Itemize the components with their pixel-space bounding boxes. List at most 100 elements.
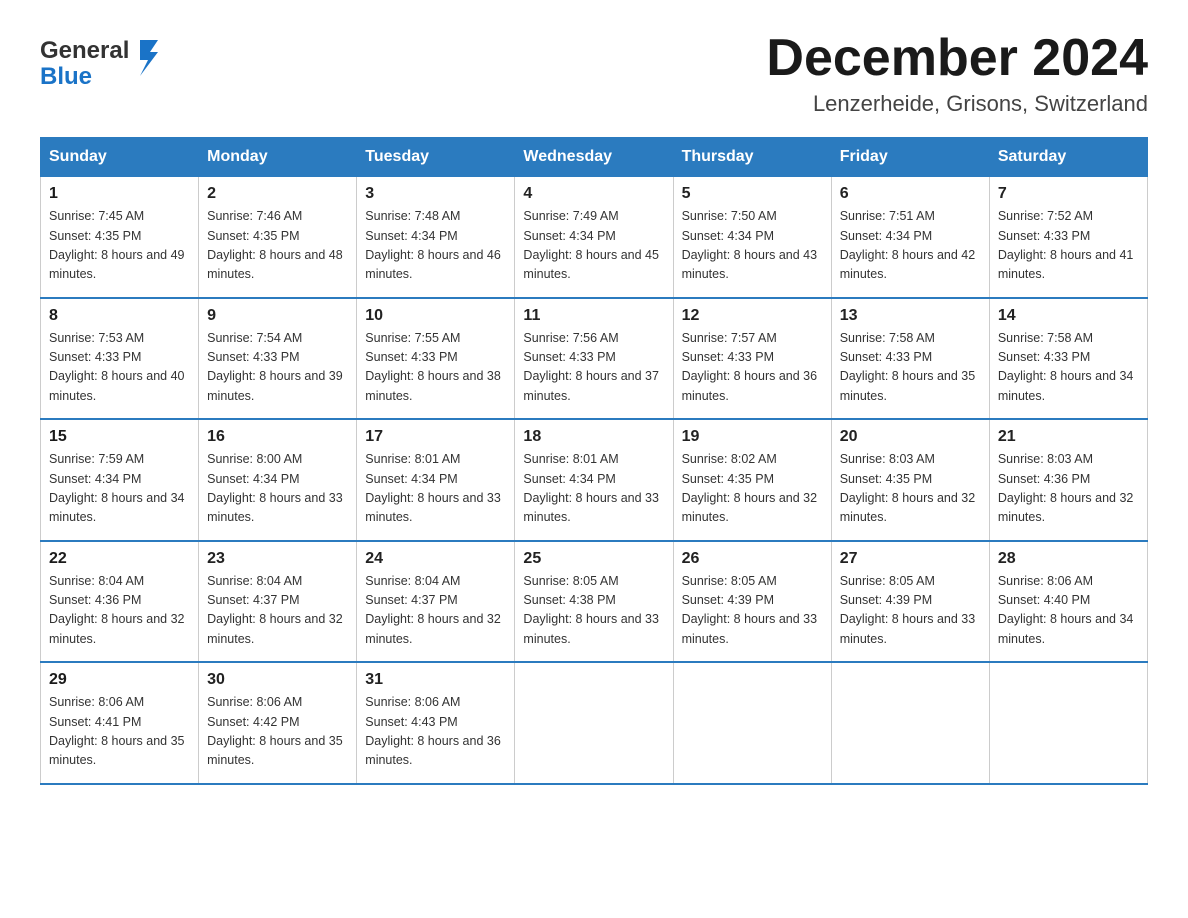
day-number: 22 [49, 550, 190, 568]
day-cell: 28 Sunrise: 8:06 AMSunset: 4:40 PMDaylig… [989, 541, 1147, 663]
day-cell: 23 Sunrise: 8:04 AMSunset: 4:37 PMDaylig… [199, 541, 357, 663]
day-number: 15 [49, 428, 190, 446]
day-cell: 19 Sunrise: 8:02 AMSunset: 4:35 PMDaylig… [673, 419, 831, 541]
day-cell: 16 Sunrise: 8:00 AMSunset: 4:34 PMDaylig… [199, 419, 357, 541]
day-cell: 30 Sunrise: 8:06 AMSunset: 4:42 PMDaylig… [199, 662, 357, 784]
day-cell: 9 Sunrise: 7:54 AMSunset: 4:33 PMDayligh… [199, 298, 357, 420]
day-cell [989, 662, 1147, 784]
calendar-header-row: SundayMondayTuesdayWednesdayThursdayFrid… [41, 138, 1148, 177]
day-number: 20 [840, 428, 981, 446]
day-cell [515, 662, 673, 784]
day-cell: 26 Sunrise: 8:05 AMSunset: 4:39 PMDaylig… [673, 541, 831, 663]
day-info: Sunrise: 8:06 AMSunset: 4:40 PMDaylight:… [998, 572, 1139, 650]
week-row-1: 1 Sunrise: 7:45 AMSunset: 4:35 PMDayligh… [41, 177, 1148, 298]
day-info: Sunrise: 7:49 AMSunset: 4:34 PMDaylight:… [523, 207, 664, 285]
day-number: 27 [840, 550, 981, 568]
day-cell: 14 Sunrise: 7:58 AMSunset: 4:33 PMDaylig… [989, 298, 1147, 420]
day-info: Sunrise: 7:58 AMSunset: 4:33 PMDaylight:… [840, 329, 981, 407]
day-info: Sunrise: 8:04 AMSunset: 4:37 PMDaylight:… [207, 572, 348, 650]
day-number: 3 [365, 185, 506, 203]
day-number: 4 [523, 185, 664, 203]
day-number: 28 [998, 550, 1139, 568]
week-row-3: 15 Sunrise: 7:59 AMSunset: 4:34 PMDaylig… [41, 419, 1148, 541]
day-cell: 15 Sunrise: 7:59 AMSunset: 4:34 PMDaylig… [41, 419, 199, 541]
header-thursday: Thursday [673, 138, 831, 177]
day-number: 9 [207, 307, 348, 325]
day-info: Sunrise: 7:59 AMSunset: 4:34 PMDaylight:… [49, 450, 190, 528]
day-number: 11 [523, 307, 664, 325]
day-info: Sunrise: 8:06 AMSunset: 4:43 PMDaylight:… [365, 693, 506, 771]
header-monday: Monday [199, 138, 357, 177]
day-cell: 4 Sunrise: 7:49 AMSunset: 4:34 PMDayligh… [515, 177, 673, 298]
svg-text:General: General [40, 37, 129, 64]
day-info: Sunrise: 8:05 AMSunset: 4:38 PMDaylight:… [523, 572, 664, 650]
day-cell: 20 Sunrise: 8:03 AMSunset: 4:35 PMDaylig… [831, 419, 989, 541]
day-info: Sunrise: 8:05 AMSunset: 4:39 PMDaylight:… [682, 572, 823, 650]
day-cell: 1 Sunrise: 7:45 AMSunset: 4:35 PMDayligh… [41, 177, 199, 298]
day-info: Sunrise: 7:55 AMSunset: 4:33 PMDaylight:… [365, 329, 506, 407]
day-number: 21 [998, 428, 1139, 446]
day-info: Sunrise: 8:04 AMSunset: 4:36 PMDaylight:… [49, 572, 190, 650]
day-number: 13 [840, 307, 981, 325]
week-row-2: 8 Sunrise: 7:53 AMSunset: 4:33 PMDayligh… [41, 298, 1148, 420]
day-number: 29 [49, 671, 190, 689]
day-info: Sunrise: 8:02 AMSunset: 4:35 PMDaylight:… [682, 450, 823, 528]
day-info: Sunrise: 8:00 AMSunset: 4:34 PMDaylight:… [207, 450, 348, 528]
day-cell: 2 Sunrise: 7:46 AMSunset: 4:35 PMDayligh… [199, 177, 357, 298]
header-saturday: Saturday [989, 138, 1147, 177]
day-info: Sunrise: 8:05 AMSunset: 4:39 PMDaylight:… [840, 572, 981, 650]
day-info: Sunrise: 7:46 AMSunset: 4:35 PMDaylight:… [207, 207, 348, 285]
day-cell: 22 Sunrise: 8:04 AMSunset: 4:36 PMDaylig… [41, 541, 199, 663]
week-row-5: 29 Sunrise: 8:06 AMSunset: 4:41 PMDaylig… [41, 662, 1148, 784]
day-info: Sunrise: 7:51 AMSunset: 4:34 PMDaylight:… [840, 207, 981, 285]
day-number: 26 [682, 550, 823, 568]
day-number: 14 [998, 307, 1139, 325]
page-header: General Blue December 2024 Lenzerheide, … [40, 30, 1148, 117]
day-info: Sunrise: 7:58 AMSunset: 4:33 PMDaylight:… [998, 329, 1139, 407]
day-info: Sunrise: 8:06 AMSunset: 4:41 PMDaylight:… [49, 693, 190, 771]
day-cell: 25 Sunrise: 8:05 AMSunset: 4:38 PMDaylig… [515, 541, 673, 663]
day-number: 7 [998, 185, 1139, 203]
header-wednesday: Wednesday [515, 138, 673, 177]
day-number: 25 [523, 550, 664, 568]
month-title: December 2024 [766, 30, 1148, 87]
day-info: Sunrise: 8:04 AMSunset: 4:37 PMDaylight:… [365, 572, 506, 650]
day-cell: 8 Sunrise: 7:53 AMSunset: 4:33 PMDayligh… [41, 298, 199, 420]
day-number: 19 [682, 428, 823, 446]
day-info: Sunrise: 8:03 AMSunset: 4:35 PMDaylight:… [840, 450, 981, 528]
day-number: 17 [365, 428, 506, 446]
day-number: 5 [682, 185, 823, 203]
day-cell: 18 Sunrise: 8:01 AMSunset: 4:34 PMDaylig… [515, 419, 673, 541]
day-info: Sunrise: 7:57 AMSunset: 4:33 PMDaylight:… [682, 329, 823, 407]
location: Lenzerheide, Grisons, Switzerland [766, 91, 1148, 117]
day-number: 2 [207, 185, 348, 203]
day-cell: 17 Sunrise: 8:01 AMSunset: 4:34 PMDaylig… [357, 419, 515, 541]
day-cell [673, 662, 831, 784]
day-info: Sunrise: 8:06 AMSunset: 4:42 PMDaylight:… [207, 693, 348, 771]
day-cell: 10 Sunrise: 7:55 AMSunset: 4:33 PMDaylig… [357, 298, 515, 420]
day-number: 31 [365, 671, 506, 689]
day-number: 24 [365, 550, 506, 568]
header-friday: Friday [831, 138, 989, 177]
day-info: Sunrise: 8:03 AMSunset: 4:36 PMDaylight:… [998, 450, 1139, 528]
day-cell: 11 Sunrise: 7:56 AMSunset: 4:33 PMDaylig… [515, 298, 673, 420]
day-number: 18 [523, 428, 664, 446]
day-info: Sunrise: 7:54 AMSunset: 4:33 PMDaylight:… [207, 329, 348, 407]
day-cell: 27 Sunrise: 8:05 AMSunset: 4:39 PMDaylig… [831, 541, 989, 663]
day-cell: 31 Sunrise: 8:06 AMSunset: 4:43 PMDaylig… [357, 662, 515, 784]
day-number: 16 [207, 428, 348, 446]
day-info: Sunrise: 7:53 AMSunset: 4:33 PMDaylight:… [49, 329, 190, 407]
logo: General Blue [40, 30, 170, 90]
day-cell: 3 Sunrise: 7:48 AMSunset: 4:34 PMDayligh… [357, 177, 515, 298]
day-info: Sunrise: 7:56 AMSunset: 4:33 PMDaylight:… [523, 329, 664, 407]
header-tuesday: Tuesday [357, 138, 515, 177]
week-row-4: 22 Sunrise: 8:04 AMSunset: 4:36 PMDaylig… [41, 541, 1148, 663]
day-cell: 24 Sunrise: 8:04 AMSunset: 4:37 PMDaylig… [357, 541, 515, 663]
day-number: 10 [365, 307, 506, 325]
day-info: Sunrise: 7:52 AMSunset: 4:33 PMDaylight:… [998, 207, 1139, 285]
day-info: Sunrise: 8:01 AMSunset: 4:34 PMDaylight:… [523, 450, 664, 528]
day-number: 1 [49, 185, 190, 203]
day-number: 12 [682, 307, 823, 325]
day-info: Sunrise: 8:01 AMSunset: 4:34 PMDaylight:… [365, 450, 506, 528]
logo-mark: General Blue [40, 30, 170, 90]
